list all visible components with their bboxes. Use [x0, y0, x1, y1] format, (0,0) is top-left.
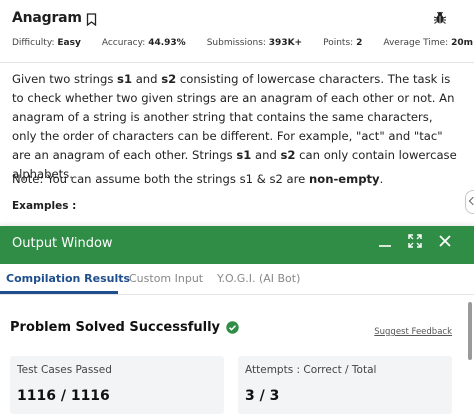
- problem-title: Anagram: [12, 10, 82, 26]
- tab-compilation-results[interactable]: Compilation Results: [6, 272, 130, 285]
- test-cases-card: Test Cases Passed 1116 / 1116: [10, 356, 224, 414]
- test-cases-value: 1116 / 1116: [17, 388, 110, 404]
- meta-average-time: Average Time: 20m: [383, 38, 473, 48]
- close-icon[interactable]: [438, 234, 452, 248]
- problem-title-row: Anagram: [12, 10, 98, 27]
- meta-accuracy: Accuracy: 44.93%: [101, 38, 186, 48]
- problem-panel: Anagram Difficulty: Easy Accuracy: 44.93…: [0, 0, 474, 226]
- meta-difficulty: Difficulty: Easy: [12, 38, 81, 48]
- output-window: Output Window Compilation Results Custom…: [0, 226, 474, 414]
- attempts-label: Attempts : Correct / Total: [245, 364, 377, 376]
- meta-submissions: Submissions: 393K+: [206, 38, 303, 48]
- result-status: Problem Solved Successfully: [10, 320, 239, 335]
- tab-custom-input[interactable]: Custom Input: [129, 272, 203, 285]
- attempts-card: Attempts : Correct / Total 3 / 3: [238, 356, 452, 414]
- examples-heading: Examples :: [12, 200, 77, 212]
- expand-icon[interactable]: [408, 234, 422, 248]
- collapse-panel-handle[interactable]: [465, 190, 474, 214]
- attempts-value: 3 / 3: [245, 388, 280, 404]
- active-tab-indicator: [0, 291, 118, 294]
- tab-yogi-ai-bot[interactable]: Y.O.G.I. (AI Bot): [217, 272, 300, 285]
- problem-meta: Difficulty: Easy Accuracy: 44.93% Submis…: [12, 38, 474, 48]
- problem-description: Given two strings s1 and s2 consisting o…: [12, 72, 457, 181]
- output-window-header: Output Window: [0, 226, 474, 264]
- suggest-feedback-link[interactable]: Suggest Feedback: [374, 327, 452, 337]
- divider: [0, 62, 474, 63]
- report-bug-icon[interactable]: [433, 10, 449, 26]
- output-window-title: Output Window: [12, 236, 113, 251]
- scrollbar[interactable]: [468, 302, 472, 360]
- problem-note: Note: You can assume both the strings s1…: [12, 172, 384, 186]
- check-circle-icon: [226, 321, 239, 334]
- output-window-controls: [378, 234, 452, 248]
- result-status-text: Problem Solved Successfully: [10, 320, 221, 335]
- meta-points: Points: 2: [323, 38, 363, 48]
- minimize-icon[interactable]: [378, 234, 392, 248]
- bookmark-icon[interactable]: [86, 11, 98, 27]
- test-cases-label: Test Cases Passed: [17, 364, 112, 376]
